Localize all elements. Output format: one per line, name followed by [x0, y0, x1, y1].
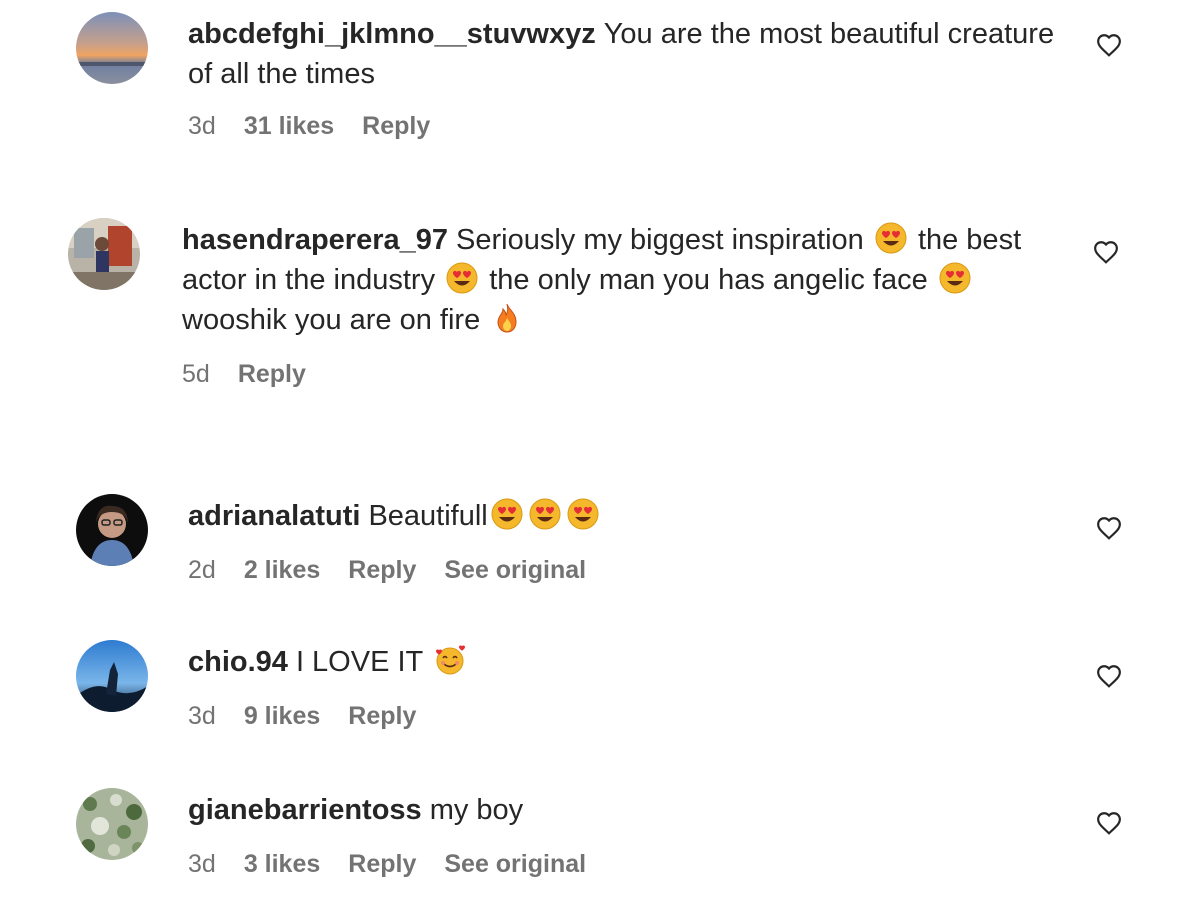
- comment-text: Seriously my biggest inspiration: [456, 224, 864, 256]
- comment-time[interactable]: 3d: [188, 112, 216, 141]
- heart-eyes-emoji: [445, 261, 479, 295]
- avatar[interactable]: [76, 12, 148, 84]
- avatar[interactable]: [76, 494, 148, 566]
- comment-likes[interactable]: 9 likes: [244, 702, 320, 731]
- avatar-landscape-image: [76, 640, 148, 712]
- comment-likes[interactable]: 3 likes: [244, 850, 320, 879]
- avatar-pattern-image: [76, 788, 148, 860]
- heart-outline-icon[interactable]: [1096, 811, 1122, 835]
- comment-meta: 3d 9 likes Reply: [188, 702, 416, 731]
- reply-button[interactable]: Reply: [348, 850, 416, 879]
- heart-outline-icon[interactable]: [1096, 516, 1122, 540]
- comment-meta: 3d 3 likes Reply See original: [188, 850, 586, 879]
- comment-text: I LOVE IT: [295, 646, 423, 678]
- heart-eyes-emoji: [490, 497, 524, 531]
- see-original-button[interactable]: See original: [444, 850, 586, 879]
- comment-time[interactable]: 2d: [188, 556, 216, 585]
- comment-text: wooshik you are on fire: [182, 304, 481, 336]
- avatar[interactable]: [76, 788, 148, 860]
- comment-text: my boy: [429, 794, 524, 826]
- comment-username[interactable]: hasendraperera_97: [182, 224, 448, 256]
- smiling-hearts-emoji: [433, 643, 467, 677]
- comment-meta: 2d 2 likes Reply See original: [188, 556, 586, 585]
- see-original-button[interactable]: See original: [444, 556, 586, 585]
- comment-username[interactable]: abcdefghi_jklmno__stuvwxyz: [188, 18, 596, 50]
- comment-body: abcdefghi_jklmno__stuvwxyz You are the mo…: [188, 14, 1068, 94]
- reply-button[interactable]: Reply: [348, 702, 416, 731]
- comment-username[interactable]: gianebarrientoss: [188, 794, 422, 826]
- heart-outline-icon[interactable]: [1096, 33, 1122, 57]
- avatar-person-image: [68, 218, 140, 290]
- heart-outline-icon[interactable]: [1093, 240, 1119, 264]
- comment-text: the only man you has angelic face: [489, 264, 928, 296]
- comment-text: Beautifull: [368, 500, 488, 532]
- comment-username[interactable]: chio.94: [188, 646, 288, 678]
- avatar[interactable]: [76, 640, 148, 712]
- avatar-person-image: [76, 494, 148, 566]
- heart-eyes-emoji: [528, 497, 562, 531]
- avatar-sunset-image: [76, 12, 148, 84]
- comment-time[interactable]: 3d: [188, 850, 216, 879]
- comment-time[interactable]: 3d: [188, 702, 216, 731]
- comment-likes[interactable]: 2 likes: [244, 556, 320, 585]
- heart-eyes-emoji: [566, 497, 600, 531]
- avatar[interactable]: [68, 218, 140, 290]
- comment-meta: 5d Reply: [182, 360, 306, 389]
- reply-button[interactable]: Reply: [348, 556, 416, 585]
- comment-time[interactable]: 5d: [182, 360, 210, 389]
- comment-username[interactable]: adrianalatuti: [188, 500, 360, 532]
- comment-body: gianebarrientoss my boy: [188, 790, 1068, 830]
- comment-likes[interactable]: 31 likes: [244, 112, 334, 141]
- reply-button[interactable]: Reply: [362, 112, 430, 141]
- fire-emoji: [490, 301, 524, 335]
- comment-body: hasendraperera_97 Seriously my biggest in…: [182, 220, 1072, 340]
- comment-meta: 3d 31 likes Reply: [188, 112, 430, 141]
- comment-body: adrianalatuti Beautifull: [188, 496, 1068, 536]
- heart-eyes-emoji: [874, 221, 908, 255]
- reply-button[interactable]: Reply: [238, 360, 306, 389]
- comment-body: chio.94 I LOVE IT: [188, 642, 1068, 682]
- heart-eyes-emoji: [938, 261, 972, 295]
- heart-outline-icon[interactable]: [1096, 664, 1122, 688]
